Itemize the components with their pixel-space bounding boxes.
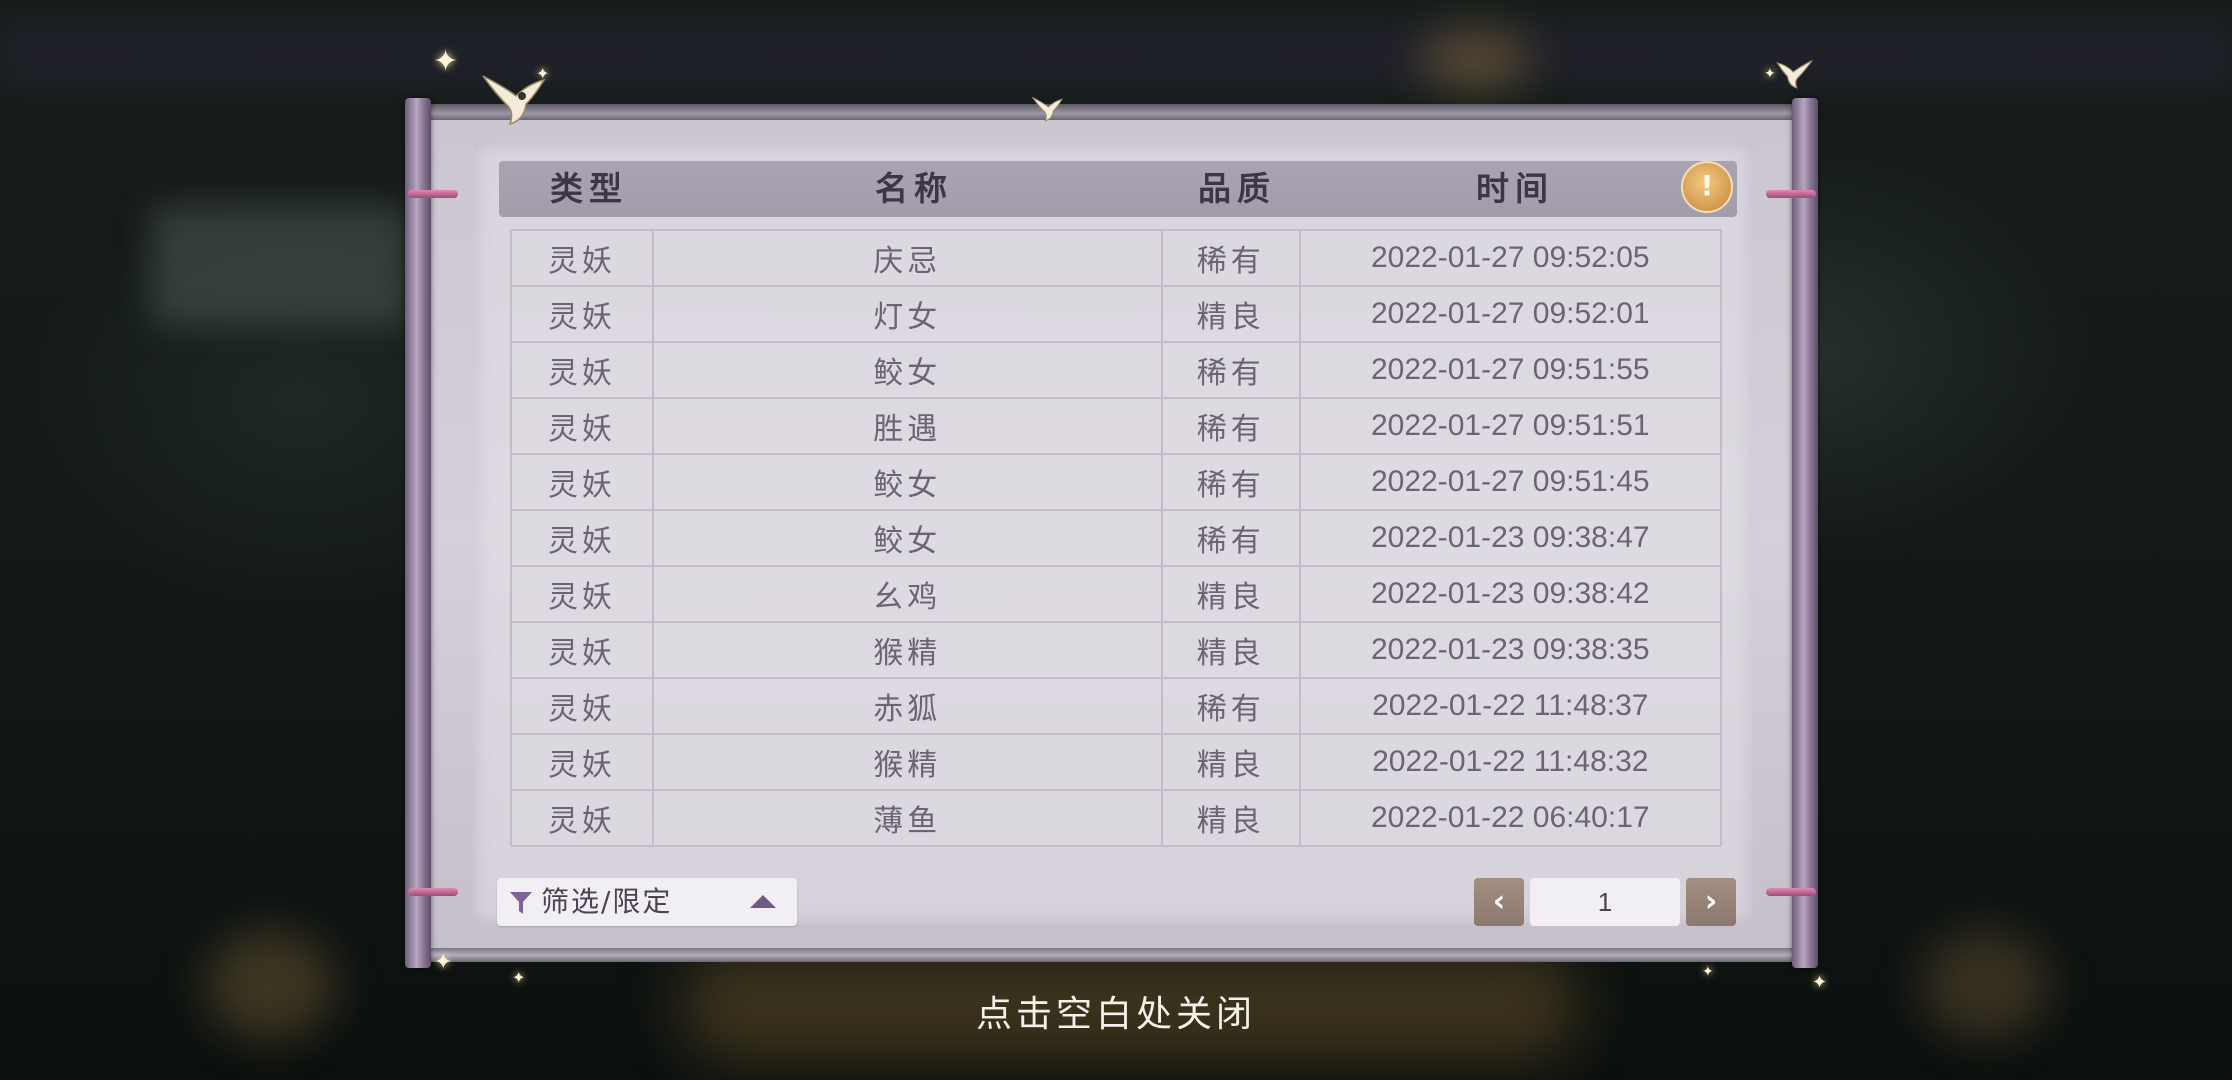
chevron-right-icon: › (1704, 884, 1718, 919)
cell-name: 鲛女 (651, 453, 1163, 511)
cell-quality: 稀有 (1160, 509, 1301, 567)
table-row: 灵妖 赤狐 稀有 2022-01-22 11:48:37 (510, 677, 1723, 735)
cell-time: 2022-01-23 09:38:35 (1298, 621, 1723, 679)
header-name: 名称 (875, 169, 953, 208)
cell-time: 2022-01-27 09:51:55 (1298, 341, 1723, 399)
table-row: 灵妖 庆忌 稀有 2022-01-27 09:52:05 (510, 229, 1723, 287)
funnel-icon (510, 892, 532, 914)
sparkle-icon: ✦ (433, 44, 459, 79)
table-row: 灵妖 鲛女 稀有 2022-01-23 09:38:47 (510, 509, 1723, 567)
lightbulb-icon: ! (1700, 169, 1714, 202)
cell-quality: 精良 (1160, 565, 1301, 623)
cell-name: 庆忌 (651, 229, 1163, 287)
next-page-button[interactable]: › (1686, 878, 1736, 926)
swallow-icon (1032, 96, 1064, 122)
cell-name: 鲛女 (651, 341, 1163, 399)
table-row: 灵妖 灯女 精良 2022-01-27 09:52:01 (510, 285, 1723, 343)
sparkle-icon: ✦ (1702, 964, 1714, 980)
table-row: 灵妖 猴精 精良 2022-01-22 11:48:32 (510, 733, 1723, 791)
cell-name: 猴精 (651, 733, 1163, 791)
cell-time: 2022-01-22 11:48:37 (1298, 677, 1723, 735)
scroll-right-rod (1792, 98, 1818, 968)
sparkle-icon: ✦ (1812, 972, 1828, 993)
cell-name: 幺鸡 (651, 565, 1163, 623)
cell-type: 灵妖 (510, 565, 654, 623)
close-hint[interactable]: 点击空白处关闭 (0, 985, 2232, 1037)
cell-time: 2022-01-27 09:51:51 (1298, 397, 1723, 455)
scroll-pin (1766, 888, 1816, 896)
cell-type: 灵妖 (510, 733, 654, 791)
cell-name: 猴精 (651, 621, 1163, 679)
table-row: 灵妖 鲛女 稀有 2022-01-27 09:51:45 (510, 453, 1723, 511)
blurred-side-panel (150, 205, 410, 325)
cell-type: 灵妖 (510, 789, 654, 847)
cell-name: 鲛女 (651, 509, 1163, 567)
cell-time: 2022-01-23 09:38:42 (1298, 565, 1723, 623)
table-row: 灵妖 胜遇 稀有 2022-01-27 09:51:51 (510, 397, 1723, 455)
table-header: 类型 名称 品质 时间 (499, 161, 1737, 217)
prev-page-button[interactable]: ‹ (1474, 878, 1524, 926)
header-type: 类型 (550, 169, 628, 208)
sparkle-icon: ✦ (434, 950, 453, 975)
swallow-icon (1776, 60, 1813, 89)
sparkle-icon: ✦ (1764, 66, 1776, 82)
cell-quality: 稀有 (1160, 397, 1301, 455)
scroll-pin (408, 888, 458, 896)
header-time: 时间 (1476, 169, 1554, 208)
cell-quality: 稀有 (1160, 341, 1301, 399)
filter-dropdown[interactable]: 筛选/限定 (497, 878, 797, 926)
cell-time: 2022-01-23 09:38:47 (1298, 509, 1723, 567)
page-number: 1 (1530, 878, 1680, 926)
cell-time: 2022-01-22 06:40:17 (1298, 789, 1723, 847)
cell-time: 2022-01-27 09:52:01 (1298, 285, 1723, 343)
blurred-coin (1420, 30, 1530, 90)
cell-quality: 稀有 (1160, 453, 1301, 511)
triangle-up-icon (750, 895, 776, 908)
scroll-pin (1766, 190, 1816, 198)
cell-type: 灵妖 (510, 453, 654, 511)
chevron-left-icon: ‹ (1492, 884, 1506, 919)
scroll-left-rod (405, 98, 431, 968)
scroll-pin (408, 190, 458, 198)
cell-time: 2022-01-27 09:52:05 (1298, 229, 1723, 287)
table-row: 灵妖 鲛女 稀有 2022-01-27 09:51:55 (510, 341, 1723, 399)
cell-name: 胜遇 (651, 397, 1163, 455)
cell-name: 薄鱼 (651, 789, 1163, 847)
info-tip-button[interactable]: ! (1681, 161, 1733, 213)
cell-name: 赤狐 (651, 677, 1163, 735)
cell-quality: 稀有 (1160, 677, 1301, 735)
cell-quality: 精良 (1160, 285, 1301, 343)
table-row: 灵妖 薄鱼 精良 2022-01-22 06:40:17 (510, 789, 1723, 847)
cell-type: 灵妖 (510, 341, 654, 399)
cell-type: 灵妖 (510, 285, 654, 343)
cell-quality: 精良 (1160, 621, 1301, 679)
cell-type: 灵妖 (510, 229, 654, 287)
cell-quality: 稀有 (1160, 229, 1301, 287)
cell-time: 2022-01-27 09:51:45 (1298, 453, 1723, 511)
table-row: 灵妖 猴精 精良 2022-01-23 09:38:35 (510, 621, 1723, 679)
cell-type: 灵妖 (510, 621, 654, 679)
cell-type: 灵妖 (510, 509, 654, 567)
cell-time: 2022-01-22 11:48:32 (1298, 733, 1723, 791)
filter-label: 筛选/限定 (541, 885, 673, 918)
sparkle-icon: ✦ (512, 968, 526, 987)
record-table: 灵妖 庆忌 稀有 2022-01-27 09:52:05 灵妖 灯女 精良 2022-01-2… (510, 229, 1723, 847)
scroll-top-bar (428, 104, 1796, 120)
cell-type: 灵妖 (510, 397, 654, 455)
cell-quality: 精良 (1160, 733, 1301, 791)
cell-quality: 精良 (1160, 789, 1301, 847)
sparkle-icon: ✦ (536, 64, 550, 83)
blurred-top-bar (0, 20, 2232, 90)
scroll-bottom-bar (428, 948, 1796, 962)
table-row: 灵妖 幺鸡 精良 2022-01-23 09:38:42 (510, 565, 1723, 623)
cell-type: 灵妖 (510, 677, 654, 735)
header-quality: 品质 (1198, 169, 1276, 208)
cell-name: 灯女 (651, 285, 1163, 343)
